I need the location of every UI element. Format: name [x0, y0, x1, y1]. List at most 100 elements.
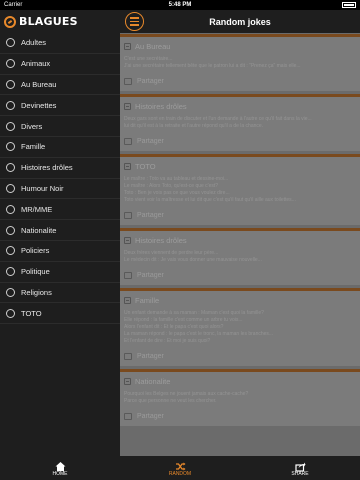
- joke-line: Un enfant demande à sa maman : Maman c'e…: [124, 310, 264, 316]
- category-item-devinettes[interactable]: Devinettes: [0, 95, 120, 117]
- share-action[interactable]: Partager: [124, 209, 354, 221]
- joke-card[interactable]: Famille Un enfant demande à sa maman : M…: [120, 288, 360, 366]
- page-title: Random jokes: [209, 16, 271, 27]
- joke-text: Pourquoi les Belges ne jouent jamais aux…: [124, 391, 354, 405]
- joke-text: Le maître : Toto va au tableau et dessin…: [124, 176, 354, 204]
- radio-icon: [6, 142, 15, 152]
- share-action[interactable]: Partager: [124, 410, 354, 422]
- joke-feed[interactable]: Au Bureau C'est une secrétaire... J'ai u…: [120, 34, 360, 429]
- category-icon: [124, 102, 131, 110]
- carrier-label: Carrier: [4, 2, 23, 8]
- joke-line: Toto vient voir la maîtresse et lui dit …: [124, 197, 296, 203]
- tab-random[interactable]: RANDOM: [140, 459, 220, 477]
- top-bar: Random jokes: [120, 10, 360, 33]
- category-label: Religions: [21, 287, 52, 297]
- joke-category: Au Bureau: [135, 41, 171, 51]
- joke-card[interactable]: Nationalite Pourquoi les Belges ne jouen…: [120, 369, 360, 426]
- category-icon: [124, 162, 131, 170]
- category-item-humour-noir[interactable]: Humour Noir: [0, 179, 120, 200]
- joke-line: Parce que personne ne veut les chercher.: [124, 398, 217, 404]
- joke-category: Nationalite: [135, 376, 171, 386]
- joke-card[interactable]: Au Bureau C'est une secrétaire... J'ai u…: [120, 34, 360, 91]
- category-label: Policiers: [21, 246, 50, 256]
- battery-icon: [342, 2, 356, 8]
- joke-line: Deux frères viennent de perdre leur père…: [124, 250, 219, 256]
- category-item-nationalite[interactable]: Nationalite: [0, 220, 120, 241]
- joke-text: Un enfant demande à sa maman : Maman c'e…: [124, 310, 354, 345]
- joke-card[interactable]: TOTO Le maître : Toto va au tableau et d…: [120, 154, 360, 225]
- joke-line: J'ai une secrétaire tellement bête que l…: [124, 63, 301, 69]
- joke-line: Toto : Ben je vois pas ce que vous voule…: [124, 190, 230, 196]
- category-list: Adultes Animaux Au Bureau Devinettes Div…: [0, 33, 120, 325]
- category-label: Divers: [21, 121, 43, 131]
- joke-category: Histoires drôles: [135, 101, 187, 111]
- share-label: Partager: [137, 77, 164, 85]
- radio-icon: [6, 163, 15, 173]
- joke-card[interactable]: Histoires drôles Deux gars sont en train…: [120, 94, 360, 151]
- joke-line: La maman répond : le papa c'est le tronc…: [124, 331, 274, 337]
- share-label: Partager: [137, 412, 164, 420]
- tab-share[interactable]: SHARE: [260, 459, 340, 477]
- share-icon: [294, 459, 306, 472]
- share-action[interactable]: Partager: [124, 350, 354, 362]
- joke-line: Le maître : Toto va au tableau et dessin…: [124, 176, 229, 182]
- joke-category: Histoires drôles: [135, 235, 187, 245]
- category-label: Adultes: [21, 38, 47, 48]
- category-item-religions[interactable]: Religions: [0, 283, 120, 304]
- share-icon: [124, 137, 132, 145]
- share-label: Partager: [137, 211, 164, 219]
- category-icon: [124, 42, 131, 50]
- main-content: Random jokes Au Bureau C'est une secréta…: [120, 10, 360, 456]
- menu-button[interactable]: [125, 12, 144, 31]
- category-label: MR/MME: [21, 204, 53, 214]
- category-item-animaux[interactable]: Animaux: [0, 54, 120, 75]
- category-item-policiers[interactable]: Policiers: [0, 241, 120, 262]
- category-item-histoires-droles[interactable]: Histoires drôles: [0, 158, 120, 179]
- radio-icon: [6, 204, 15, 214]
- category-drawer: BLAGUES Adultes Animaux Au Bureau Devine…: [0, 10, 120, 456]
- joke-category: TOTO: [135, 161, 156, 171]
- share-icon: [124, 211, 132, 219]
- share-action[interactable]: Partager: [124, 269, 354, 281]
- joke-line: Et l'enfant de dire : Et moi je suis quo…: [124, 338, 211, 344]
- category-icon: [124, 377, 131, 385]
- status-right: [342, 2, 356, 8]
- category-icon: [124, 296, 131, 304]
- radio-icon: [6, 225, 15, 235]
- app-logo: BLAGUES: [0, 10, 120, 33]
- share-icon: [124, 77, 132, 85]
- joke-category: Famille: [135, 295, 160, 305]
- radio-icon: [6, 267, 15, 277]
- joke-text: Deux frères viennent de perdre leur père…: [124, 250, 354, 264]
- menu-icon: [130, 17, 139, 19]
- tab-bar: HOME RANDOM SHARE: [0, 456, 360, 480]
- category-label: Famille: [21, 142, 46, 152]
- category-label: Nationalite: [21, 225, 57, 235]
- category-label: Humour Noir: [21, 183, 64, 193]
- joke-line: Le maître : Alors Toto, qu'est-ce que c'…: [124, 183, 219, 189]
- share-action[interactable]: Partager: [124, 75, 354, 87]
- category-label: Animaux: [21, 59, 51, 69]
- share-label: Partager: [137, 352, 164, 360]
- radio-icon: [6, 59, 15, 69]
- joke-line: lui dit qu'il est à la retraite et l'aut…: [124, 123, 264, 129]
- category-item-famille[interactable]: Famille: [0, 137, 120, 158]
- category-label: TOTO: [21, 308, 42, 318]
- joke-line: Deux gars sont en train de discuter et l…: [124, 116, 312, 122]
- category-item-adultes[interactable]: Adultes: [0, 33, 120, 54]
- share-label: Partager: [137, 271, 164, 279]
- joke-line: Alors l'enfant dit : Et le papa c'est qu…: [124, 324, 224, 330]
- category-item-politique[interactable]: Politique: [0, 262, 120, 283]
- share-icon: [124, 352, 132, 360]
- category-item-divers[interactable]: Divers: [0, 116, 120, 137]
- category-item-toto[interactable]: TOTO: [0, 303, 120, 325]
- share-action[interactable]: Partager: [124, 135, 354, 147]
- share-label: Partager: [137, 137, 164, 145]
- status-bar: Carrier 5:48 PM: [0, 0, 360, 10]
- tab-home[interactable]: HOME: [20, 459, 100, 477]
- category-item-au-bureau[interactable]: Au Bureau: [0, 75, 120, 96]
- category-label: Devinettes: [21, 100, 57, 110]
- radio-icon: [6, 121, 15, 131]
- category-item-mr-mme[interactable]: MR/MME: [0, 199, 120, 221]
- joke-card[interactable]: Histoires drôles Deux frères viennent de…: [120, 228, 360, 285]
